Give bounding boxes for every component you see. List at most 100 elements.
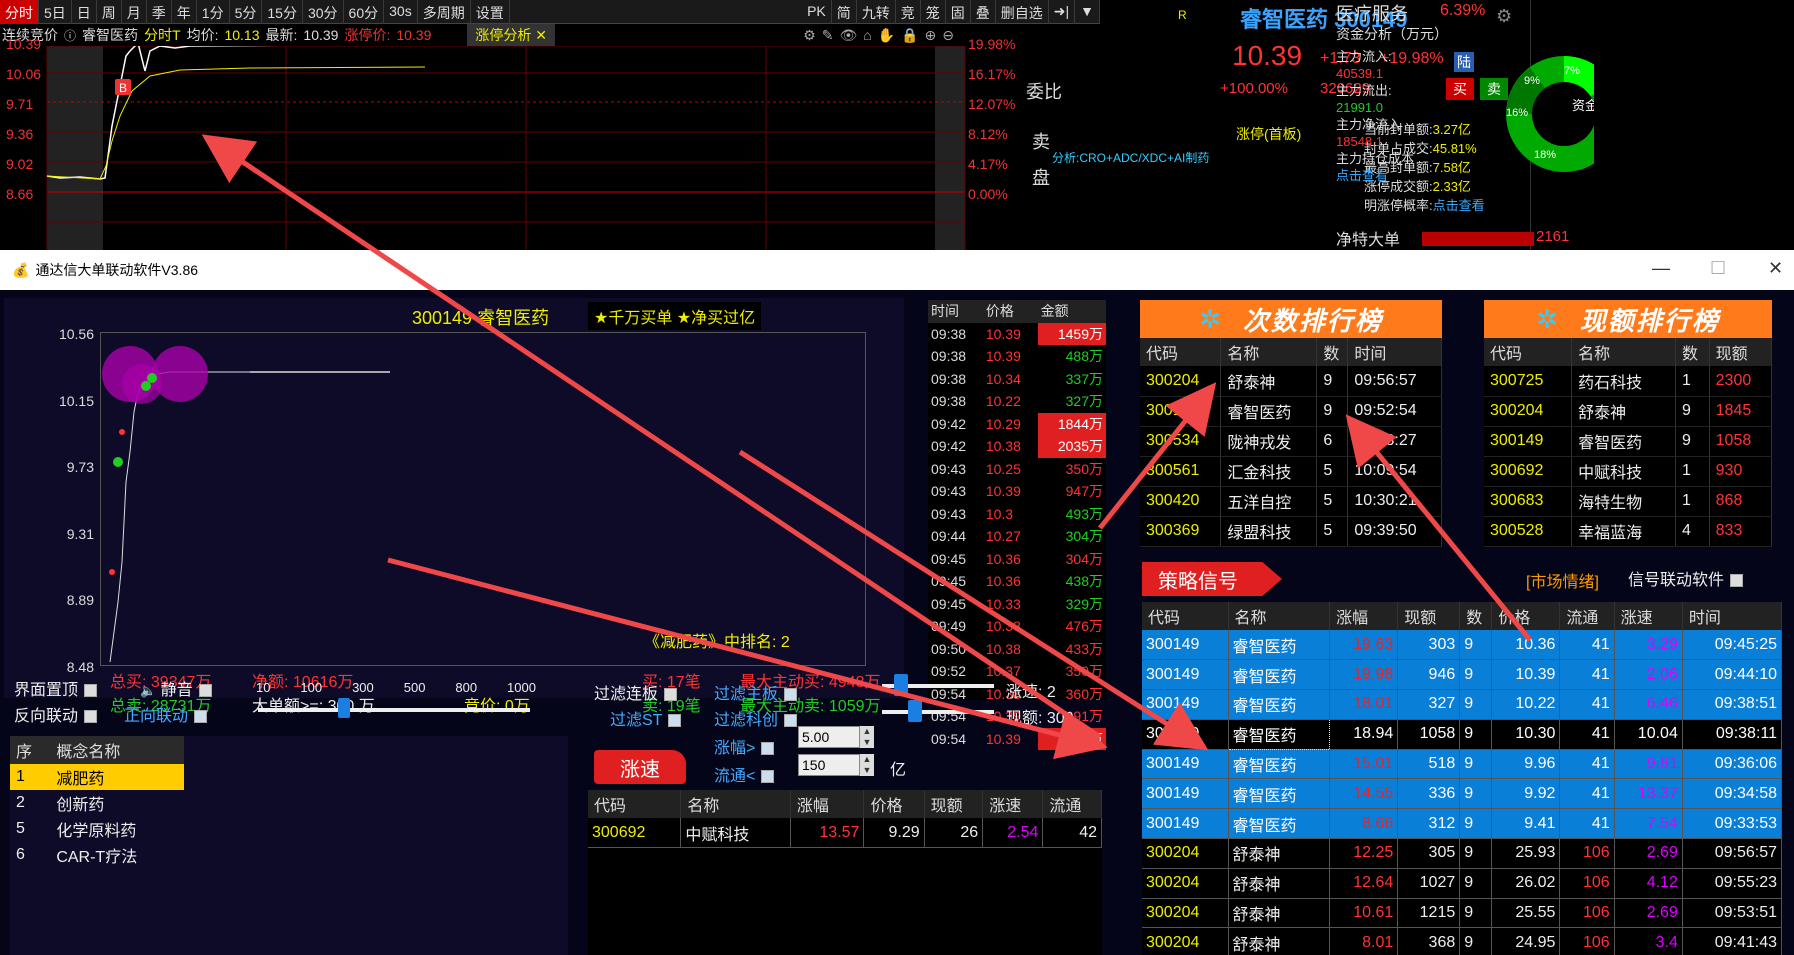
strategy-signal-tab[interactable]: 策略信号 bbox=[1142, 562, 1282, 596]
signal-row[interactable]: 300149 睿智医药 19.98 946 9 10.39 41 2.06 09:44:10 bbox=[1142, 659, 1782, 691]
tick-row[interactable]: 09:45 10.33 329万 bbox=[928, 593, 1106, 616]
rank-header[interactable]: 代码 bbox=[1140, 338, 1222, 366]
limit-analysis-tab[interactable]: 涨停分析 ✕ bbox=[467, 24, 556, 46]
concept-row[interactable]: 2 创新药 bbox=[10, 790, 184, 816]
rank-row[interactable]: 300534 陇神戎发 6 10:13:27 bbox=[1140, 426, 1442, 457]
tool-button[interactable]: 笼 bbox=[921, 0, 946, 24]
period-tab[interactable]: 月 bbox=[122, 0, 147, 24]
speed-header[interactable]: 涨速 bbox=[982, 790, 1044, 818]
period-tab[interactable]: 季 bbox=[147, 0, 172, 24]
tool-button[interactable]: 简 bbox=[832, 0, 857, 24]
tick-row[interactable]: 09:38 10.39 1459万 bbox=[928, 322, 1106, 345]
tick-row[interactable]: 09:54 10.39 09万 bbox=[928, 727, 1106, 750]
rank-row[interactable]: 300204 舒泰神 9 09:56:57 bbox=[1140, 366, 1442, 397]
tick-row[interactable]: 09:38 10.39 488万 bbox=[928, 345, 1106, 368]
rank-row[interactable]: 300149 睿智医药 9 09:52:54 bbox=[1140, 396, 1442, 427]
rank-row[interactable]: 300683 海特生物 1 868 bbox=[1484, 486, 1773, 517]
float-input[interactable] bbox=[798, 754, 860, 776]
speed-header[interactable]: 现额 bbox=[924, 790, 984, 818]
period-tab[interactable]: 多周期 bbox=[418, 0, 471, 24]
period-tab[interactable]: 5分 bbox=[230, 0, 263, 24]
amount-slider[interactable] bbox=[258, 708, 530, 712]
concept-row[interactable]: 6 CAR-T疗法 bbox=[10, 842, 184, 868]
period-tab[interactable]: 周 bbox=[97, 0, 122, 24]
rank-header[interactable]: 时间 bbox=[1347, 338, 1442, 366]
tick-row[interactable]: 09:45 10.36 438万 bbox=[928, 570, 1106, 593]
signal-row[interactable]: 300204 舒泰神 12.25 305 9 25.93 106 2.69 09:56:57 bbox=[1142, 838, 1782, 869]
period-tab[interactable]: 日 bbox=[72, 0, 97, 24]
signal-row[interactable]: 300149 睿智医药 18.01 327 9 10.22 41 6.46 09:38:51 bbox=[1142, 689, 1782, 720]
settings-gear-icon[interactable]: ⚙ bbox=[1496, 6, 1512, 27]
mute-option[interactable]: 🔈 静音 bbox=[140, 676, 212, 700]
signal-header[interactable]: 数 bbox=[1459, 602, 1493, 630]
speed-row[interactable]: 300692 中赋科技 13.57 9.29 26 2.54 42 bbox=[588, 818, 1102, 849]
filter-st-option[interactable]: 过滤ST bbox=[610, 706, 682, 730]
signal-header[interactable]: 现额 bbox=[1397, 602, 1461, 630]
rank-header[interactable]: 数 bbox=[1316, 338, 1349, 366]
speed-slider-handle[interactable] bbox=[894, 674, 908, 696]
close-button[interactable]: ✕ bbox=[1768, 258, 1783, 279]
signal-header[interactable]: 涨速 bbox=[1614, 602, 1683, 630]
period-tab[interactable]: 年 bbox=[172, 0, 197, 24]
filter-main-board-option[interactable]: 过滤主板 bbox=[714, 680, 798, 704]
chart-tools[interactable]: ⚙✎👁⌂✋🔒⊕⊖ bbox=[803, 27, 960, 44]
signal-header[interactable]: 涨幅 bbox=[1329, 602, 1399, 630]
market-mood-link[interactable]: [市场情绪] bbox=[1526, 568, 1599, 592]
speed-header[interactable]: 代码 bbox=[588, 790, 682, 818]
period-tab[interactable]: 15分 bbox=[262, 0, 303, 24]
signal-row[interactable]: 300204 舒泰神 12.64 1027 9 26.02 106 4.12 09:55:23 bbox=[1142, 868, 1782, 899]
speed-header[interactable]: 流通 bbox=[1042, 790, 1102, 818]
rank-row[interactable]: 300149 睿智医药 9 1058 bbox=[1484, 426, 1773, 457]
rank-header[interactable]: 名称 bbox=[1220, 338, 1318, 366]
signal-row[interactable]: 300149 睿智医药 18.94 1058 9 10.30 41 10.04 09:38:11 bbox=[1142, 718, 1782, 750]
tick-row[interactable]: 09:38 10.22 327万 bbox=[928, 390, 1106, 413]
tool-button[interactable]: ▼ bbox=[1075, 0, 1100, 24]
tool-button[interactable]: 九转 bbox=[857, 0, 896, 24]
rank-header[interactable]: 名称 bbox=[1571, 338, 1676, 366]
tick-row[interactable]: 09:43 10.39 947万 bbox=[928, 480, 1106, 503]
signal-header[interactable]: 流通 bbox=[1559, 602, 1615, 630]
speed-tab[interactable]: 涨速 bbox=[594, 750, 686, 784]
tool-button[interactable]: PK bbox=[802, 0, 832, 24]
speed-header[interactable]: 涨幅 bbox=[790, 790, 865, 818]
rank-row[interactable]: 300561 汇金科技 5 10:09:54 bbox=[1140, 456, 1442, 487]
change-stepper[interactable]: ▲ ▼ bbox=[860, 726, 874, 748]
tool-button[interactable]: 竞 bbox=[896, 0, 921, 24]
tool-button[interactable]: ➜| bbox=[1049, 0, 1076, 24]
speed-header[interactable]: 名称 bbox=[680, 790, 791, 818]
amount-slider-handle[interactable] bbox=[338, 698, 350, 718]
tick-row[interactable]: 09:49 10.38 476万 bbox=[928, 615, 1106, 638]
signal-row[interactable]: 300149 睿智医药 8.66 312 9 9.41 41 7.54 09:33:53 bbox=[1142, 808, 1782, 840]
tick-row[interactable]: 09:44 10.27 304万 bbox=[928, 525, 1106, 548]
filter-consecutive-option[interactable]: 过滤连板 bbox=[594, 680, 678, 704]
signal-link-checkbox[interactable] bbox=[1730, 574, 1744, 588]
signal-link-toggle[interactable]: 信号联动软件 bbox=[1628, 566, 1744, 590]
top-window-option[interactable]: 界面置顶 bbox=[14, 676, 98, 700]
tool-button[interactable]: 固 bbox=[946, 0, 971, 24]
concept-header[interactable]: 概念名称 bbox=[50, 736, 184, 764]
change-input[interactable] bbox=[798, 726, 860, 748]
signal-row[interactable]: 300149 睿智医药 14.55 336 9 9.92 41 13.37 09:34:58 bbox=[1142, 778, 1782, 810]
tick-row[interactable]: 09:42 10.38 2035万 bbox=[928, 435, 1106, 458]
buy-button[interactable]: 买 bbox=[1446, 78, 1474, 100]
tick-row[interactable]: 09:45 10.36 304万 bbox=[928, 548, 1106, 571]
rank-header[interactable]: 代码 bbox=[1484, 338, 1573, 366]
speed-header[interactable]: 价格 bbox=[863, 790, 925, 818]
rank-header[interactable]: 数 bbox=[1675, 338, 1710, 366]
minimize-button[interactable]: — bbox=[1652, 258, 1670, 279]
signal-header[interactable]: 价格 bbox=[1491, 602, 1561, 630]
rank-row[interactable]: 300725 药石科技 1 2300 bbox=[1484, 366, 1773, 397]
concept-row[interactable]: 1 减肥药 bbox=[10, 764, 184, 790]
reverse-link-option[interactable]: 反向联动 bbox=[14, 702, 98, 726]
concept-header[interactable]: 序 bbox=[10, 736, 51, 764]
rank-row[interactable]: 300369 绿盟科技 5 09:39:50 bbox=[1140, 516, 1442, 547]
period-tab[interactable]: 1分 bbox=[197, 0, 230, 24]
tick-row[interactable]: 09:42 10.29 1844万 bbox=[928, 412, 1106, 435]
filter-star-option[interactable]: 过滤科创 bbox=[714, 706, 798, 730]
concept-row[interactable]: 5 化学原料药 bbox=[10, 816, 184, 842]
float-stepper[interactable]: ▲ ▼ bbox=[860, 754, 874, 776]
period-tab[interactable]: 60分 bbox=[344, 0, 385, 24]
fund-value[interactable]: 点击查看 bbox=[1336, 167, 1414, 184]
period-tab[interactable]: 30s bbox=[384, 0, 418, 24]
rank-row[interactable]: 300692 中赋科技 1 930 bbox=[1484, 456, 1773, 487]
